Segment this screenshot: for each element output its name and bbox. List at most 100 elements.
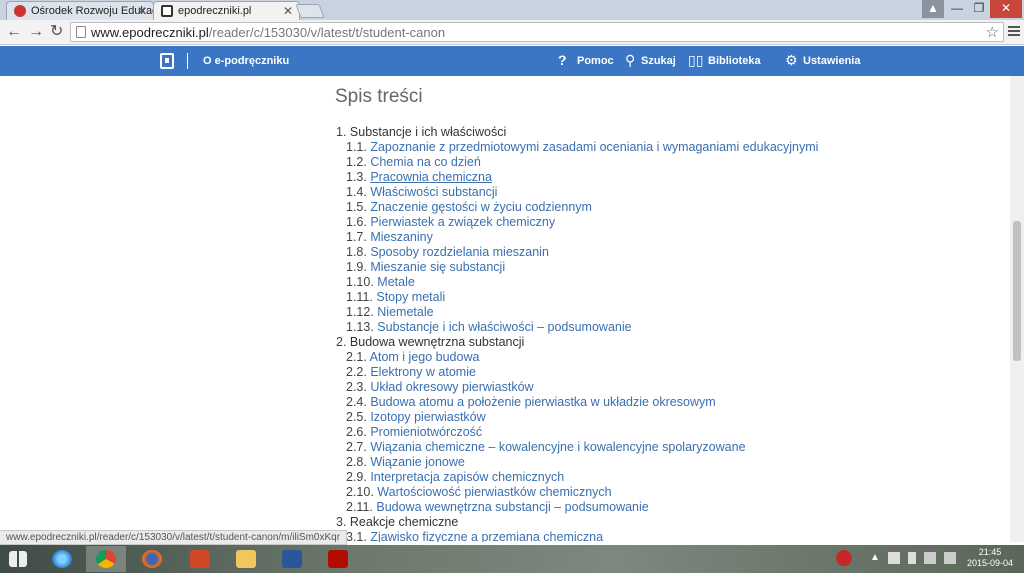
toc-item-link[interactable]: Mieszanie się substancji <box>370 260 505 274</box>
library-book-icon[interactable]: ▯▯ <box>688 51 703 69</box>
toc-item[interactable]: 1.9. Mieszanie się substancji <box>336 260 996 275</box>
windows-logo-icon <box>9 551 27 567</box>
toc-item[interactable]: 1.3. Pracownia chemiczna <box>336 170 996 185</box>
toc-item-link[interactable]: Substancje i ich właściwości – podsumowa… <box>377 320 631 334</box>
firefox-icon <box>142 550 162 568</box>
start-button[interactable] <box>0 546 40 572</box>
taskbar-word[interactable] <box>272 546 312 572</box>
toc-item-link[interactable]: Interpretacja zapisów chemicznych <box>370 470 564 484</box>
toc-item[interactable]: 1.11. Stopy metali <box>336 290 996 305</box>
security-alert-icon[interactable] <box>836 550 852 566</box>
taskbar-acrobat[interactable] <box>318 546 358 572</box>
toc-item[interactable]: 2.7. Wiązania chemiczne – kowalencyjne i… <box>336 440 996 455</box>
taskbar-internet-explorer[interactable] <box>42 546 82 572</box>
library-button[interactable]: Biblioteka <box>708 54 761 68</box>
toc-item[interactable]: 1.1. Zapoznanie z przedmiotowymi zasadam… <box>336 140 996 155</box>
toc-item-link[interactable]: Sposoby rozdzielania mieszanin <box>370 245 549 259</box>
toc-item-link[interactable]: Stopy metali <box>376 290 445 304</box>
toc-item-link[interactable]: Zapoznanie z przedmiotowymi zasadami oce… <box>370 140 818 154</box>
toc-item[interactable]: 1.2. Chemia na co dzień <box>336 155 996 170</box>
toc-item[interactable]: 2.4. Budowa atomu a położenie pierwiastk… <box>336 395 996 410</box>
taskbar-firefox[interactable] <box>132 546 172 572</box>
toc-item-link[interactable]: Pierwiastek a związek chemiczny <box>370 215 555 229</box>
taskbar-clock[interactable]: 21:45 2015-09-04 <box>966 547 1014 569</box>
toc-number: 1.5. <box>346 200 371 214</box>
search-icon[interactable]: ⚲ <box>625 51 635 69</box>
help-icon[interactable]: ? <box>558 51 567 69</box>
taskbar-file-explorer[interactable] <box>226 546 266 572</box>
toc-item-link[interactable]: Budowa atomu a położenie pierwiastka w u… <box>370 395 715 409</box>
toc-item-link[interactable]: Izotopy pierwiastków <box>370 410 485 424</box>
toc-item-link[interactable]: Chemia na co dzień <box>370 155 480 169</box>
address-url[interactable]: www.epodreczniki.pl/reader/c/153030/v/la… <box>91 25 445 40</box>
restore-button[interactable]: ❐ <box>968 0 990 18</box>
reader-content: Spis treści 1. Substancje i ich właściwo… <box>0 76 1010 542</box>
toc-item-link[interactable]: Budowa wewnętrzna substancji – podsumowa… <box>376 500 648 514</box>
toc-item[interactable]: 2.1. Atom i jego budowa <box>336 350 996 365</box>
forward-arrow-icon[interactable]: → <box>28 23 44 41</box>
toc-item[interactable]: 2.5. Izotopy pierwiastków <box>336 410 996 425</box>
close-tab-icon[interactable]: ✕ <box>283 2 293 20</box>
battery-icon[interactable] <box>908 552 916 564</box>
user-profile-icon[interactable]: ▲ <box>922 0 944 18</box>
toc-item-link[interactable]: Mieszaniny <box>370 230 433 244</box>
taskbar-chrome[interactable] <box>86 546 126 572</box>
toc-item[interactable]: 2.11. Budowa wewnętrzna substancji – pod… <box>336 500 996 515</box>
gear-icon[interactable]: ⚙ <box>785 51 798 69</box>
toc-item[interactable]: 2.6. Promieniotwórczość <box>336 425 996 440</box>
scrollbar-thumb[interactable] <box>1013 221 1021 361</box>
toc-item-link[interactable]: Elektrony w atomie <box>370 365 476 379</box>
toc-item[interactable]: 2.2. Elektrony w atomie <box>336 365 996 380</box>
toc-item-link[interactable]: Znaczenie gęstości w życiu codziennym <box>370 200 592 214</box>
toc-item-link[interactable]: Wiązanie jonowe <box>370 455 465 469</box>
bookmark-star-icon[interactable]: ☆ <box>986 23 999 41</box>
toc-item[interactable]: 1.4. Właściwości substancji <box>336 185 996 200</box>
toc-item[interactable]: 1.10. Metale <box>336 275 996 290</box>
network-icon[interactable] <box>924 552 936 564</box>
toc-item[interactable]: 1.7. Mieszaniny <box>336 230 996 245</box>
address-bar[interactable]: www.epodreczniki.pl/reader/c/153030/v/la… <box>70 22 1004 42</box>
tab-favicon-icon <box>14 5 26 17</box>
toc-item-link[interactable]: Wiązania chemiczne – kowalencyjne i kowa… <box>370 440 745 454</box>
toc-item-link[interactable]: Zjawisko fizyczne a przemiana chemiczna <box>370 530 603 542</box>
toc-item-link[interactable]: Pracownia chemiczna <box>370 170 492 184</box>
about-link[interactable]: O e-podręczniku <box>203 54 289 68</box>
toc-item[interactable]: 3.1. Zjawisko fizyczne a przemiana chemi… <box>336 530 996 542</box>
chrome-menu-icon[interactable] <box>1008 26 1020 38</box>
action-center-icon[interactable] <box>888 552 900 564</box>
toc-item-link[interactable]: Układ okresowy pierwiastków <box>370 380 533 394</box>
toc-item-link[interactable]: Metale <box>377 275 415 289</box>
header-divider <box>187 53 188 69</box>
tab-epodreczniki[interactable]: epodreczniki.pl ✕ <box>153 1 300 20</box>
taskbar-powerpoint[interactable] <box>180 546 220 572</box>
minimize-button[interactable]: — <box>946 0 968 18</box>
toc-item[interactable]: 1.13. Substancje i ich właściwości – pod… <box>336 320 996 335</box>
toc-item[interactable]: 1.12. Niemetale <box>336 305 996 320</box>
close-window-button[interactable]: ✕ <box>990 0 1022 18</box>
toc-item[interactable]: 1.5. Znaczenie gęstości w życiu codzienn… <box>336 200 996 215</box>
toc-item-link[interactable]: Wartościowość pierwiastków chemicznych <box>377 485 611 499</box>
epodreczniki-logo-icon[interactable] <box>160 53 174 69</box>
tab-osrodek[interactable]: Ośrodek Rozwoju Edukacj ✕ <box>6 1 154 20</box>
settings-button[interactable]: Ustawienia <box>803 54 860 68</box>
toc-item[interactable]: 2.8. Wiązanie jonowe <box>336 455 996 470</box>
volume-icon[interactable] <box>944 552 956 564</box>
toc-item[interactable]: 2.3. Układ okresowy pierwiastków <box>336 380 996 395</box>
toc-item-link[interactable]: Promieniotwórczość <box>370 425 482 439</box>
help-button[interactable]: Pomoc <box>577 54 614 68</box>
toc-item-link[interactable]: Niemetale <box>377 305 433 319</box>
toc-item-link[interactable]: Atom i jego budowa <box>370 350 480 364</box>
reload-icon[interactable]: ↻ <box>50 23 63 41</box>
back-arrow-icon[interactable]: ← <box>6 23 22 41</box>
toc-item[interactable]: 2.10. Wartościowość pierwiastków chemicz… <box>336 485 996 500</box>
page-scrollbar[interactable] <box>1010 76 1024 542</box>
search-button[interactable]: Szukaj <box>641 54 676 68</box>
new-tab-button[interactable] <box>295 4 325 18</box>
toc-item-link[interactable]: Właściwości substancji <box>370 185 497 199</box>
show-hidden-icons-icon[interactable]: ▲ <box>870 552 882 564</box>
close-tab-icon[interactable]: ✕ <box>137 2 147 20</box>
toc-item[interactable]: 1.8. Sposoby rozdzielania mieszanin <box>336 245 996 260</box>
toc-number: 3. <box>336 515 350 529</box>
toc-item[interactable]: 2.9. Interpretacja zapisów chemicznych <box>336 470 996 485</box>
toc-item[interactable]: 1.6. Pierwiastek a związek chemiczny <box>336 215 996 230</box>
